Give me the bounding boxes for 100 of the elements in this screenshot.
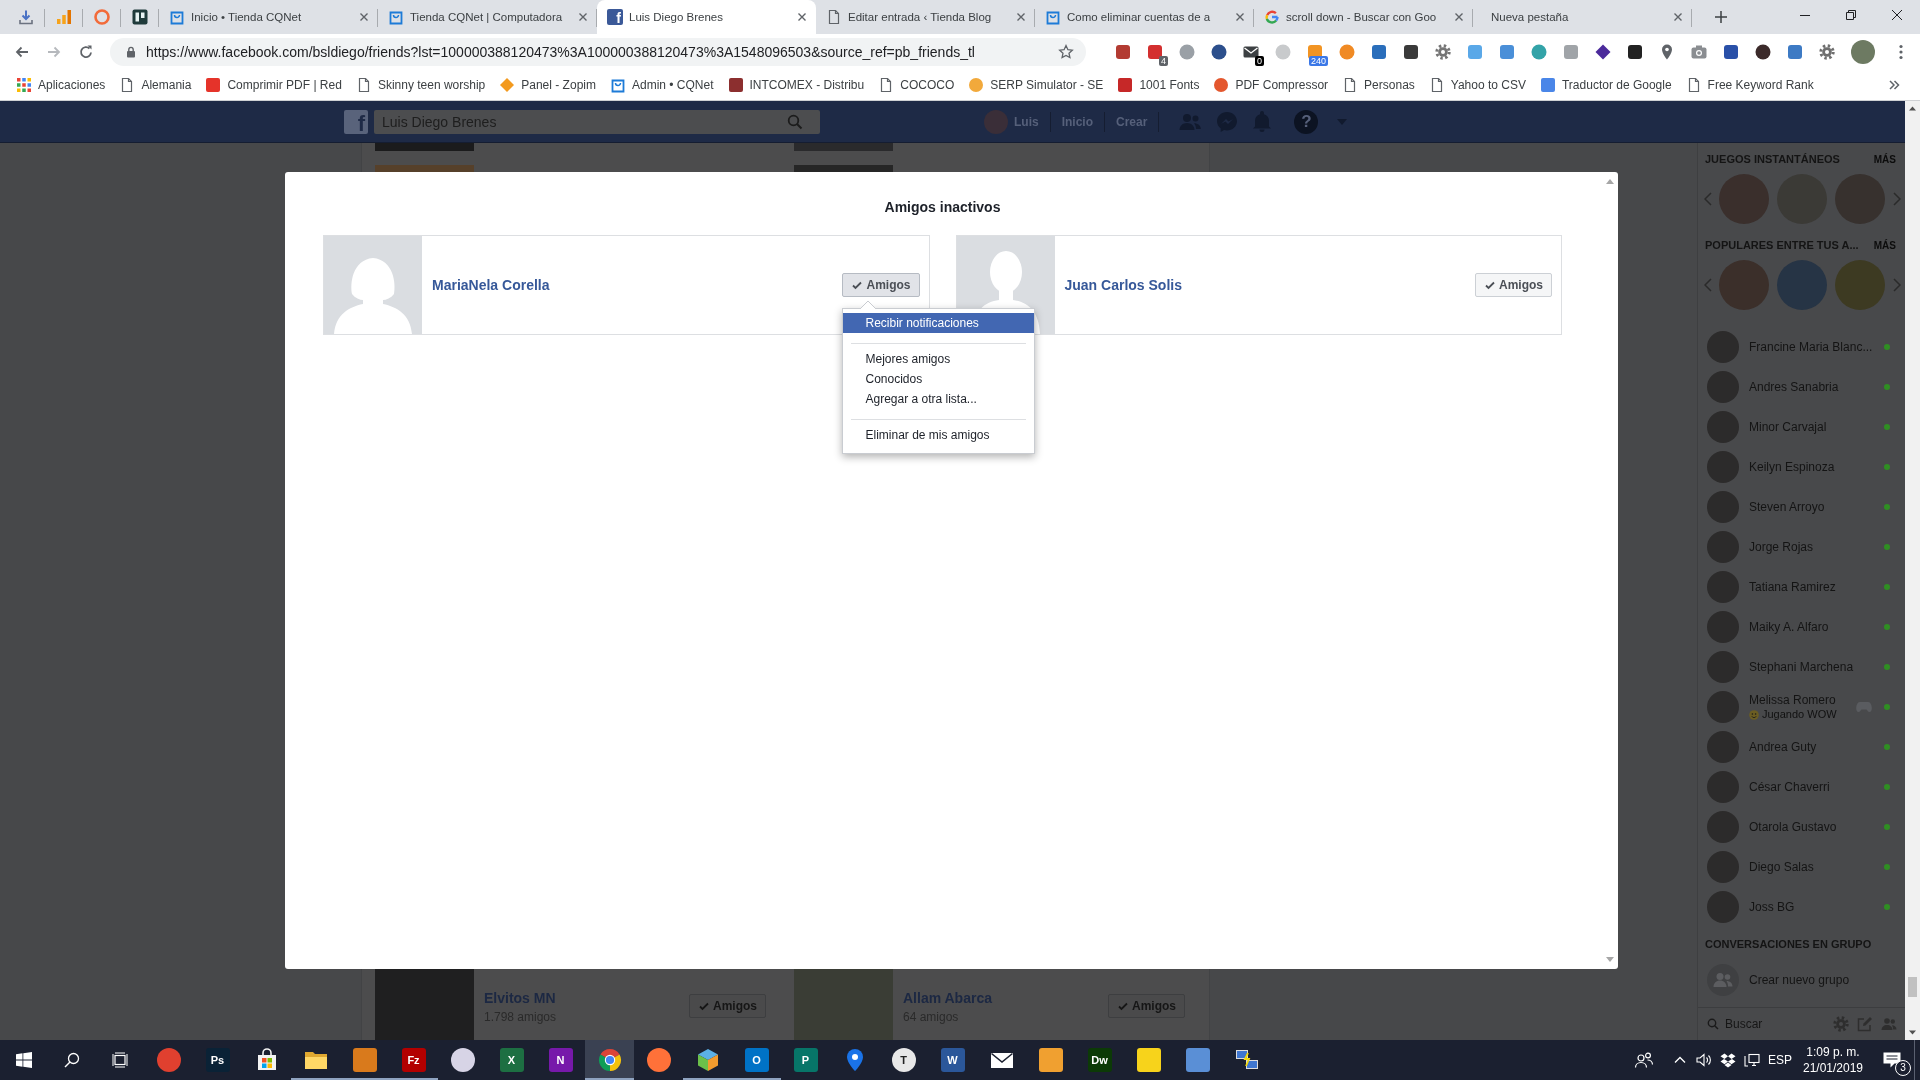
tile-icon[interactable] [1627, 43, 1643, 60]
game-thumbnail[interactable] [1777, 260, 1827, 310]
scrollbar-thumb[interactable] [1908, 977, 1917, 997]
browser-tab[interactable]: f Luis Diego Brenes [597, 0, 816, 34]
close-icon[interactable] [1892, 10, 1902, 20]
bookmark[interactable]: COCOCO [871, 71, 962, 98]
taskbar-button[interactable]: N [536, 1040, 585, 1080]
tile-icon[interactable] [1467, 43, 1483, 60]
more-menu-icon[interactable] [1899, 43, 1903, 60]
bookmark[interactable]: Admin • CQNet [602, 71, 721, 98]
taskbar-button[interactable]: Ps [193, 1040, 242, 1080]
language-indicator[interactable]: ESP [1764, 1053, 1796, 1067]
bookmark[interactable]: PDF Compressor [1206, 71, 1336, 98]
monitor-icon[interactable] [1744, 1052, 1760, 1068]
double-chevron-icon[interactable] [1888, 78, 1900, 91]
open-box-icon[interactable] [1720, 1052, 1736, 1068]
taskbar-button[interactable]: P [781, 1040, 830, 1080]
bookmark[interactable]: 1001 Fonts [1110, 71, 1207, 98]
restore-icon[interactable] [1846, 10, 1856, 20]
circle-icon[interactable] [1755, 43, 1771, 60]
scrollbar[interactable] [1905, 101, 1920, 1040]
browser-tab[interactable]: scroll down - Buscar con Goo [1254, 0, 1473, 34]
profile-avatar[interactable] [1851, 39, 1875, 64]
pin-icon[interactable] [1659, 43, 1675, 60]
tile-icon[interactable] [1147, 43, 1163, 60]
bookmark[interactable]: Free Keyword Rank [1678, 71, 1821, 98]
bookmark[interactable]: SERP Simulator - SE [961, 71, 1111, 98]
friends-button[interactable]: Amigos [842, 273, 920, 297]
board-icon[interactable] [132, 9, 148, 25]
people-icon[interactable] [1634, 1052, 1654, 1068]
clock-date[interactable]: 21/01/2019 [1802, 1060, 1864, 1076]
friends-button[interactable]: Amigos [1475, 273, 1552, 297]
browser-tab[interactable]: Editar entrada ‹ Tienda Blog [816, 0, 1035, 34]
cube-icon [695, 1048, 720, 1072]
camera-icon[interactable] [1691, 43, 1707, 60]
page-icon [826, 9, 842, 25]
count-badge: 4 [1159, 55, 1168, 66]
tile-icon[interactable] [1563, 43, 1579, 60]
notification-icon[interactable] [1882, 1051, 1902, 1069]
bookmark[interactable]: Skinny teen worship [348, 71, 493, 98]
task-view-icon[interactable] [112, 1052, 128, 1068]
game-thumbnail[interactable] [1719, 260, 1769, 310]
speaker-icon[interactable] [1696, 1052, 1712, 1068]
tile-icon[interactable] [1499, 43, 1515, 60]
circle-icon[interactable] [1211, 43, 1227, 60]
taskbar-button[interactable]: T [879, 1040, 928, 1080]
plus-icon[interactable] [1713, 9, 1729, 25]
game-thumbnail[interactable] [1719, 174, 1769, 224]
menu-item[interactable]: Mejores amigos [843, 349, 1035, 369]
menu-item[interactable]: Agregar a otra lista... [843, 389, 1035, 409]
tile-icon[interactable] [1723, 43, 1739, 60]
taskbar-button[interactable]: O [732, 1040, 781, 1080]
start-icon[interactable] [16, 1052, 32, 1068]
download-icon[interactable] [18, 9, 34, 25]
gear-icon[interactable] [1435, 43, 1451, 60]
tile-icon[interactable] [1307, 43, 1323, 60]
game-thumbnail[interactable] [1835, 174, 1885, 224]
bookmark[interactable]: Aplicaciones [9, 71, 113, 98]
app-logo: Fz [401, 1048, 426, 1072]
taskbar-button[interactable]: W [928, 1040, 977, 1080]
browser-tab[interactable]: Nueva pestaña [1473, 0, 1692, 34]
tile-icon[interactable] [1371, 43, 1387, 60]
bookmark[interactable]: Personas [1335, 71, 1422, 98]
taskbar-button[interactable]: Fz [389, 1040, 438, 1080]
app-logo: N [548, 1048, 573, 1072]
bookmark[interactable]: Alemania [112, 71, 199, 98]
lock-icon[interactable] [125, 45, 137, 58]
star-icon[interactable] [1058, 43, 1074, 60]
tile-icon[interactable] [1115, 43, 1131, 60]
taskbar-button[interactable] [585, 1040, 634, 1080]
game-thumbnail[interactable] [1835, 260, 1885, 310]
section-title: JUEGOS INSTANTÁNEOS [1705, 153, 1840, 165]
browser-tab[interactable]: Inicio • Tienda CQNet [159, 0, 378, 34]
clock-time[interactable]: 1:09 p. m. [1806, 1044, 1860, 1060]
browser-tab[interactable]: Como eliminar cuentas de a [1035, 0, 1254, 34]
taskbar-button[interactable]: Dw [1075, 1040, 1124, 1080]
bookmark[interactable]: Panel - Zopim [492, 71, 603, 98]
menu-item[interactable]: Recibir notificaciones [843, 313, 1035, 333]
bookmark[interactable]: Traductor de Google [1533, 71, 1679, 98]
menu-item[interactable]: Eliminar de mis amigos [843, 425, 1035, 445]
ring-icon[interactable] [94, 9, 110, 25]
bar-chart-icon[interactable] [56, 9, 72, 25]
search-icon[interactable] [64, 1052, 80, 1068]
bookmark[interactable]: Comprimir PDF | Red [198, 71, 349, 98]
tile-icon[interactable] [1787, 43, 1803, 60]
smiley-icon [1749, 709, 1759, 720]
gear-icon[interactable] [1819, 43, 1835, 60]
check-icon [1117, 1000, 1129, 1012]
tile-icon[interactable] [1403, 43, 1419, 60]
menu-item[interactable]: Conocidos [843, 369, 1035, 389]
diamond-icon[interactable] [1595, 43, 1611, 60]
reload-icon[interactable] [78, 43, 94, 60]
friend-name[interactable]: Juan Carlos Solis [1064, 277, 1182, 293]
chevron-up-icon[interactable] [1674, 1054, 1686, 1066]
address-field[interactable]: https://www.facebook.com/bsldiego/friends?lst=100000388120473%3A100000388120473%3A1548096503&source_ref=pb_friends_tl [110, 37, 1086, 66]
bookmark[interactable]: INTCOMEX - Distribu [720, 71, 872, 98]
taskbar-button[interactable]: X [487, 1040, 536, 1080]
bookmark[interactable]: Yahoo to CSV [1421, 71, 1533, 98]
browser-tab[interactable]: Tienda CQNet | Computadora [378, 0, 597, 34]
friend-name[interactable]: MariaNela Corella [432, 277, 550, 293]
